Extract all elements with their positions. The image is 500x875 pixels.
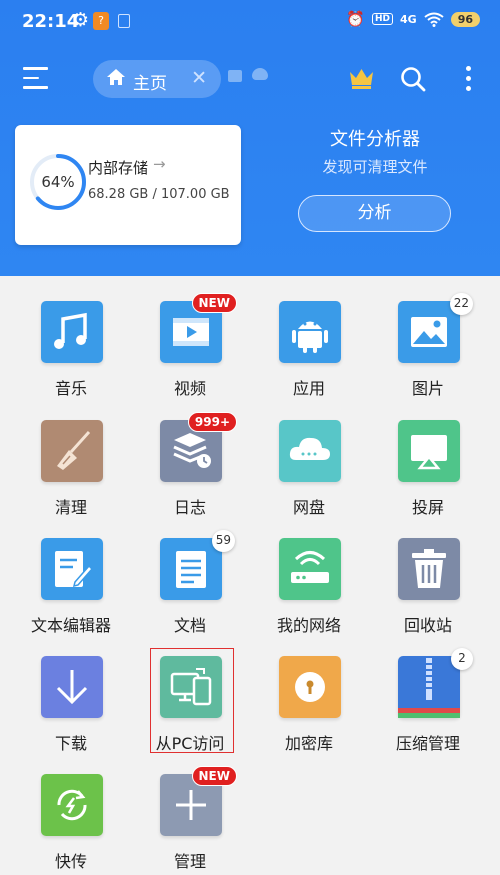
document-icon bbox=[160, 538, 222, 600]
tile-label: 压缩管理 bbox=[395, 734, 460, 753]
trash-icon bbox=[398, 538, 460, 600]
cloud-drive-icon bbox=[279, 420, 341, 482]
music-icon bbox=[41, 301, 103, 363]
count-badge: 59 bbox=[211, 530, 235, 552]
menu-icon[interactable] bbox=[23, 67, 48, 89]
top-toolbar: 主页 ✕ bbox=[0, 55, 500, 105]
tile-label: 网盘 bbox=[292, 498, 325, 517]
network-icon bbox=[279, 538, 341, 600]
crown-icon[interactable] bbox=[348, 66, 375, 90]
analyzer-title: 文件分析器 bbox=[330, 129, 420, 150]
new-badge: 999+ bbox=[187, 412, 237, 432]
cast-icon bbox=[398, 420, 460, 482]
text-editor-icon bbox=[41, 538, 103, 600]
analyze-button[interactable]: 分析 bbox=[298, 195, 451, 232]
wifi-icon bbox=[424, 12, 444, 27]
tile-video[interactable]: 视频 NEW bbox=[135, 293, 245, 419]
tab-home[interactable]: 主页 ✕ bbox=[93, 60, 221, 98]
battery-indicator: 96 bbox=[450, 11, 480, 27]
search-icon[interactable] bbox=[400, 66, 426, 92]
gear-icon: ⚙ bbox=[72, 9, 90, 31]
tile-broom[interactable]: 清理 bbox=[16, 420, 126, 538]
tile-quick-transfer[interactable]: 快传 bbox=[16, 774, 126, 875]
tile-label: 加密库 bbox=[284, 734, 333, 753]
count-badge: 2 bbox=[451, 648, 473, 670]
new-badge: NEW bbox=[191, 293, 237, 313]
tile-label: 文本编辑器 bbox=[30, 616, 111, 635]
status-bar: 22:14 ⚙ ? ⏰ HD 4G 96 bbox=[0, 0, 500, 42]
tile-image[interactable]: 图片 22 bbox=[373, 293, 483, 419]
tile-label: 回收站 bbox=[403, 616, 452, 635]
zip-icon bbox=[398, 656, 460, 718]
tile-text-editor[interactable]: 文本编辑器 bbox=[16, 538, 126, 656]
chat-icon[interactable] bbox=[228, 70, 242, 82]
tile-lock[interactable]: 加密库 bbox=[254, 656, 364, 774]
selection-highlight bbox=[150, 648, 234, 753]
header-area: 22:14 ⚙ ? ⏰ HD 4G 96 主页 ✕ 64% 内部存储 → 68.… bbox=[0, 0, 500, 276]
tile-zip[interactable]: 压缩管理 2 bbox=[373, 648, 483, 774]
hd-icon: HD bbox=[371, 13, 393, 25]
arrow-right-icon: → bbox=[153, 155, 166, 173]
status-right-group: ⏰ HD 4G 96 bbox=[346, 10, 480, 28]
download-icon bbox=[41, 656, 103, 718]
notification-small-icon bbox=[118, 14, 130, 28]
tile-label: 投屏 bbox=[411, 498, 444, 517]
storage-card[interactable]: 64% 内部存储 → 68.28 GB / 107.00 GB bbox=[15, 125, 241, 245]
lock-icon bbox=[279, 656, 341, 718]
tile-download[interactable]: 下载 bbox=[16, 656, 126, 774]
broom-icon bbox=[41, 420, 103, 482]
storage-size: 68.28 GB / 107.00 GB bbox=[88, 187, 230, 202]
tile-label: 快传 bbox=[54, 852, 87, 871]
alarm-icon: ⏰ bbox=[346, 10, 365, 28]
tile-label: 文档 bbox=[173, 616, 206, 635]
new-badge: NEW bbox=[191, 766, 237, 786]
tile-log[interactable]: 日志 999+ bbox=[135, 412, 245, 538]
more-options-icon[interactable] bbox=[466, 66, 472, 92]
tile-label: 应用 bbox=[292, 379, 325, 398]
tile-label: 视频 bbox=[173, 379, 206, 398]
tile-label: 音乐 bbox=[54, 379, 87, 398]
signal-icon: 4G bbox=[400, 12, 417, 26]
analyzer-subtitle: 发现可清理文件 bbox=[322, 158, 428, 176]
tile-trash[interactable]: 回收站 bbox=[373, 538, 483, 656]
notification-app-icon: ? bbox=[93, 12, 109, 30]
storage-title: 内部存储 bbox=[88, 159, 149, 177]
tile-label: 图片 bbox=[411, 379, 444, 398]
home-icon bbox=[106, 67, 126, 87]
storage-percent: 64% bbox=[41, 173, 75, 191]
tile-android[interactable]: 应用 bbox=[254, 301, 364, 419]
tile-network[interactable]: 我的网络 bbox=[254, 538, 364, 656]
home-tab-label: 主页 bbox=[133, 74, 167, 94]
tile-label: 下载 bbox=[54, 734, 87, 753]
count-badge: 22 bbox=[449, 293, 473, 315]
tile-label: 我的网络 bbox=[276, 616, 341, 635]
tile-music[interactable]: 音乐 bbox=[16, 301, 126, 419]
tile-cast[interactable]: 投屏 bbox=[373, 420, 483, 538]
tile-label: 清理 bbox=[54, 498, 87, 517]
quick-transfer-icon bbox=[41, 774, 103, 836]
tile-label: 日志 bbox=[173, 498, 206, 517]
tile-cloud-drive[interactable]: 网盘 bbox=[254, 420, 364, 538]
tile-label: 管理 bbox=[173, 852, 206, 871]
cloud-icon[interactable] bbox=[252, 68, 268, 80]
image-icon bbox=[398, 301, 460, 363]
tile-document[interactable]: 文档 59 bbox=[135, 530, 245, 656]
tile-add[interactable]: 管理 NEW bbox=[135, 766, 245, 875]
android-icon bbox=[279, 301, 341, 363]
status-time: 22:14 bbox=[22, 11, 80, 32]
close-icon[interactable]: ✕ bbox=[191, 67, 207, 89]
